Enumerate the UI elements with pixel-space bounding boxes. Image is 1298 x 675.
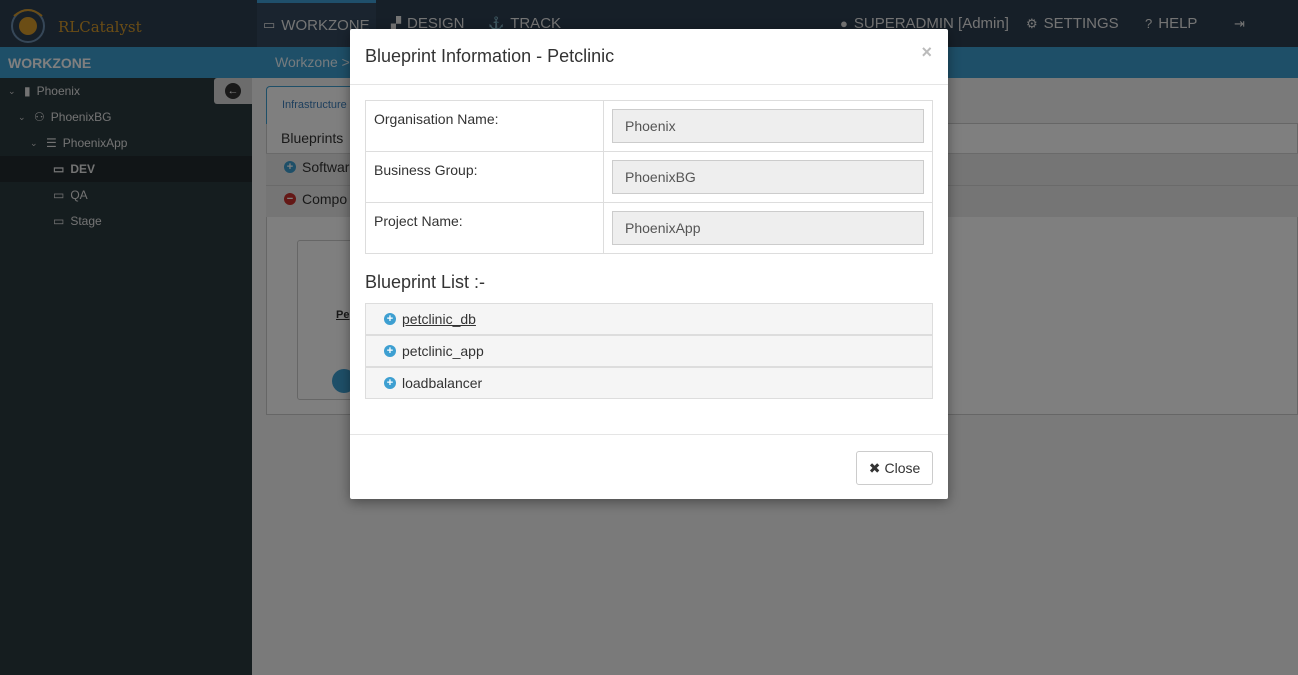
project-name-field: PhoenixApp — [612, 211, 924, 245]
organisation-field: Phoenix — [612, 109, 924, 143]
blueprint-item-label[interactable]: petclinic_db — [402, 311, 476, 327]
blueprint-item-petclinic-db[interactable]: + petclinic_db — [365, 303, 933, 335]
project-name-label: Project Name: — [365, 202, 604, 254]
blueprint-info-table: Organisation Name: Phoenix Business Grou… — [365, 100, 933, 254]
organisation-label: Organisation Name: — [365, 100, 604, 152]
business-group-field: PhoenixBG — [612, 160, 924, 194]
table-row: Project Name: PhoenixApp — [365, 202, 933, 254]
business-group-label: Business Group: — [365, 151, 604, 203]
times-icon: ✖ — [868, 459, 881, 476]
close-button-label: Close — [884, 460, 921, 476]
plus-circle-icon[interactable]: + — [384, 313, 396, 325]
blueprint-info-modal: Blueprint Information - Petclinic × Orga… — [350, 29, 948, 499]
table-row: Business Group: PhoenixBG — [365, 151, 933, 203]
blueprint-item-label[interactable]: petclinic_app — [402, 343, 484, 359]
close-button[interactable]: ✖ Close — [856, 451, 933, 485]
modal-title: Blueprint Information - Petclinic — [365, 46, 615, 66]
blueprint-list-title: Blueprint List :- — [365, 272, 486, 292]
modal-header: Blueprint Information - Petclinic × — [350, 29, 948, 85]
modal-footer: ✖ Close — [350, 434, 948, 499]
close-icon[interactable]: × — [921, 42, 932, 63]
plus-circle-icon[interactable]: + — [384, 345, 396, 357]
blueprint-item-petclinic-app[interactable]: + petclinic_app — [365, 335, 933, 367]
blueprint-item-label[interactable]: loadbalancer — [402, 375, 482, 391]
table-row: Organisation Name: Phoenix — [365, 100, 933, 152]
blueprint-item-loadbalancer[interactable]: + loadbalancer — [365, 367, 933, 399]
plus-circle-icon[interactable]: + — [384, 377, 396, 389]
